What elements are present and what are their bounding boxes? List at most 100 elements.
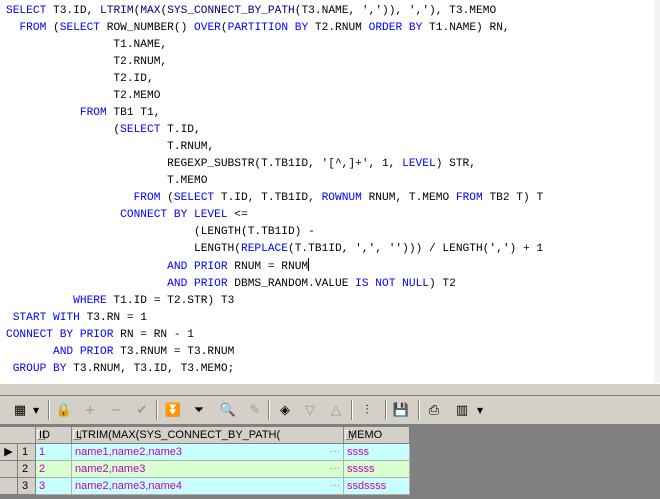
sql-token: RN = RN - 1 bbox=[113, 329, 194, 341]
row-number: 2 bbox=[18, 461, 36, 478]
sql-line: GROUP BY T3.RNUM, T3.ID, T3.MEMO; bbox=[6, 361, 543, 378]
chart-dropdown-icon[interactable]: ▼ bbox=[477, 406, 483, 415]
sql-line: T2.ID, bbox=[6, 71, 543, 88]
sql-token: T2.RNUM, bbox=[6, 56, 168, 68]
sql-token: T.MEMO bbox=[6, 175, 208, 187]
sql-token: (LENGTH(T.TB1ID) - bbox=[6, 226, 315, 238]
sql-keyword: SELECT bbox=[6, 5, 47, 17]
print-icon[interactable]: ⎙ bbox=[424, 400, 444, 420]
row-number: 1 bbox=[18, 444, 36, 461]
sql-line: AND PRIOR T3.RNUM = T3.RNUM bbox=[6, 344, 543, 361]
cell-memo[interactable]: sssss bbox=[344, 461, 410, 478]
toolbar-separator bbox=[156, 400, 158, 420]
sql-token: T1.NAME, bbox=[6, 39, 168, 51]
sql-keyword: CONNECT BY PRIOR bbox=[6, 329, 114, 341]
editor-scrollbar[interactable] bbox=[654, 0, 660, 384]
find-binoculars-icon[interactable]: 🔍 bbox=[218, 400, 238, 420]
column-header-ltrim[interactable]: LTRIM(MAX(SYS_CONNECT_BY_PATH( bbox=[72, 427, 344, 444]
sql-keyword: SELECT bbox=[59, 22, 101, 34]
grid-options-dropdown-icon[interactable]: ▼ bbox=[33, 406, 39, 415]
cell-memo[interactable]: ssss bbox=[344, 444, 410, 461]
sql-line: REGEXP_SUBSTR(T.TB1ID, '[^,]+', 1, LEVEL… bbox=[6, 156, 543, 173]
sql-token: T.ID, bbox=[160, 124, 201, 136]
next-record-icon[interactable]: △ bbox=[326, 400, 346, 420]
sql-token: TB1 T1, bbox=[106, 107, 161, 119]
sql-line: CONNECT BY PRIOR RN = RN - 1 bbox=[6, 327, 543, 344]
sql-line: START WITH T3.RN = 1 bbox=[6, 310, 543, 327]
cell-value: 3 bbox=[39, 480, 46, 492]
cell-ltrim[interactable]: name2,name3 ··· bbox=[72, 461, 344, 478]
sql-keyword: ROWNUM bbox=[321, 192, 362, 204]
text-caret bbox=[308, 258, 310, 271]
sql-line: (LENGTH(T.TB1ID) - bbox=[6, 224, 543, 241]
save-icon[interactable]: 💾 bbox=[391, 400, 411, 420]
add-record-icon[interactable]: + bbox=[80, 400, 100, 420]
cell-ltrim[interactable]: name1,name2,name3 ··· bbox=[72, 444, 344, 461]
chart-icon[interactable]: ▥ bbox=[452, 400, 472, 420]
filter-records-icon[interactable]: ◈ bbox=[275, 400, 295, 420]
sql-token: REGEXP_SUBSTR(T.TB1ID, '[^,]+', 1, bbox=[6, 158, 403, 170]
sql-token: <= bbox=[227, 209, 248, 221]
cell-editor-button[interactable]: ··· bbox=[330, 461, 340, 477]
column-header-id[interactable]: ID bbox=[36, 427, 72, 444]
explain-plan-icon[interactable]: ⫶ bbox=[357, 400, 377, 420]
cell-editor-button[interactable]: ··· bbox=[330, 478, 340, 494]
row-number: 3 bbox=[18, 478, 36, 495]
toolbar-separator bbox=[268, 400, 270, 420]
sql-token: MAX bbox=[140, 5, 161, 17]
lock-icon[interactable]: 🔒 bbox=[54, 400, 74, 420]
query-all-records-icon[interactable]: ⏬ bbox=[163, 400, 183, 420]
column-header-memo[interactable]: MEMO bbox=[344, 427, 410, 444]
sql-token: T3.RNUM = T3.RNUM bbox=[113, 346, 235, 358]
row-indicator[interactable] bbox=[0, 461, 18, 478]
cell-value: ssss bbox=[347, 446, 369, 458]
sql-keyword: FROM bbox=[455, 192, 483, 204]
cell-memo[interactable]: ssdssss bbox=[344, 478, 410, 495]
cell-value: sssss bbox=[347, 463, 375, 475]
sql-line: AND PRIOR DBMS_RANDOM.VALUE IS NOT NULL)… bbox=[6, 276, 543, 293]
sql-code-text[interactable]: SELECT T3.ID, LTRIM (MAX (SYS_CONNECT_BY_P… bbox=[6, 3, 543, 378]
sql-token: ) T2 bbox=[429, 278, 456, 290]
sql-line: WHERE T1.ID = T2.STR) T3 bbox=[6, 293, 543, 310]
sql-keyword: LEVEL bbox=[402, 158, 436, 170]
sql-token: RNUM = RNUM bbox=[227, 261, 309, 273]
sql-keyword: IS NOT NULL bbox=[355, 278, 429, 290]
toolbar-separator bbox=[351, 400, 353, 420]
cell-id[interactable]: 1 bbox=[36, 444, 72, 461]
cell-editor-button[interactable]: ··· bbox=[330, 444, 340, 460]
row-indicator[interactable]: ▶ bbox=[0, 444, 18, 461]
cell-value: ssdssss bbox=[347, 480, 387, 492]
sql-token: LENGTH( bbox=[6, 243, 241, 255]
grid-options-icon[interactable]: ▦ bbox=[10, 400, 30, 420]
sql-editor[interactable]: SELECT T3.ID, LTRIM (MAX (SYS_CONNECT_BY_P… bbox=[0, 0, 660, 384]
sql-token: T1.ID = T2.STR) T3 bbox=[106, 295, 235, 307]
sql-line: T2.MEMO bbox=[6, 88, 543, 105]
sql-token: T2.ID, bbox=[6, 73, 154, 85]
cell-id[interactable]: 2 bbox=[36, 461, 72, 478]
previous-record-icon[interactable]: ▽ bbox=[300, 400, 320, 420]
sql-line: AND PRIOR RNUM = RNUM bbox=[6, 258, 543, 276]
toolbar-separator bbox=[385, 400, 387, 420]
cell-value: name2,name3 bbox=[75, 463, 146, 475]
next-page-icon[interactable]: ⏷ bbox=[189, 400, 209, 420]
sql-token: T.ID, T.TB1ID, bbox=[214, 192, 322, 204]
clear-eraser-icon[interactable]: ✎ bbox=[245, 400, 265, 420]
sql-keyword: AND PRIOR bbox=[167, 278, 228, 290]
sql-token: T2.MEMO bbox=[6, 90, 161, 102]
sql-keyword: CONNECT BY LEVEL bbox=[120, 209, 228, 221]
post-changes-icon[interactable]: ✔ bbox=[132, 400, 152, 420]
pane-splitter[interactable] bbox=[0, 383, 660, 396]
cell-ltrim[interactable]: name2,name3,name4 ··· bbox=[72, 478, 344, 495]
result-grid-toolbar: ▦ 🔒 + − ✔ ⏬ ⏷ 🔍 ✎ ◈ ▽ △ ⫶ 💾 ⎙ ▥ ▼ ▼ bbox=[0, 396, 660, 425]
sql-token: T1.NAME) RN, bbox=[422, 22, 510, 34]
row-indicator[interactable] bbox=[0, 478, 18, 495]
cell-id[interactable]: 3 bbox=[36, 478, 72, 495]
delete-record-icon[interactable]: − bbox=[106, 400, 126, 420]
sql-token: ( bbox=[220, 22, 228, 34]
